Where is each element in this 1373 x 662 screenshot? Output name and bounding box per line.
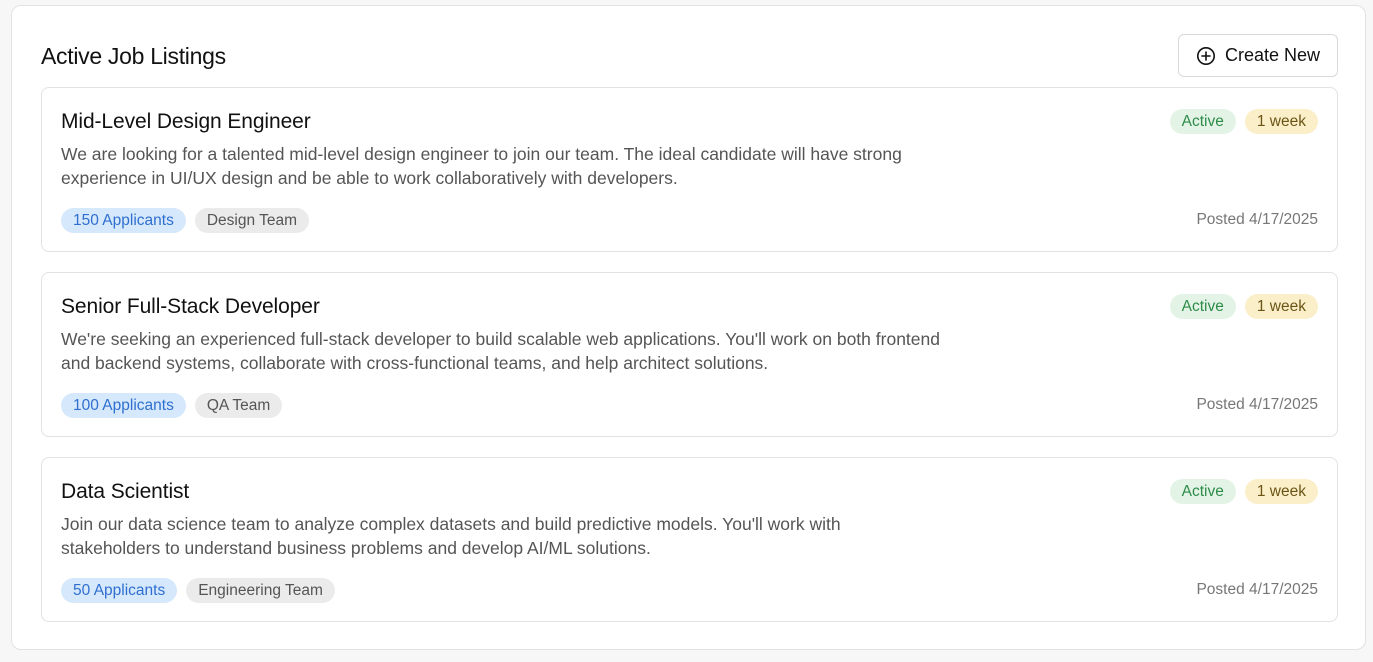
job-description: We're seeking an experienced full-stack … [61,329,940,373]
job-title[interactable]: Mid-Level Design Engineer [61,110,311,134]
status-badge: Active [1169,479,1236,504]
status-badge: Active [1169,294,1236,319]
create-new-button[interactable]: Create New [1178,34,1338,77]
plus-circle-icon [1196,46,1216,66]
posted-date: Posted 4/17/2025 [1196,211,1318,228]
team-badge: QA Team [194,393,283,418]
job-description: Join our data science team to analyze co… [61,514,841,558]
team-badge: Design Team [194,208,310,233]
job-description: We are looking for a talented mid-level … [61,144,902,188]
create-new-label: Create New [1224,45,1321,65]
job-card[interactable]: Senior Full-Stack Developer We're seekin… [41,272,1338,437]
page-title: Active Job Listings [41,43,226,69]
posted-date: Posted 4/17/2025 [1196,581,1318,598]
duration-badge: 1 week [1244,109,1318,134]
posted-date: Posted 4/17/2025 [1196,396,1318,413]
job-listings-panel: Active Job Listings Create New Mid-Level… [11,5,1366,650]
status-badge: Active [1169,109,1236,134]
applicants-badge[interactable]: 150 Applicants [61,208,186,233]
job-title[interactable]: Senior Full-Stack Developer [61,295,320,319]
team-badge: Engineering Team [186,578,335,603]
duration-badge: 1 week [1244,294,1318,319]
duration-badge: 1 week [1244,479,1318,504]
applicants-badge[interactable]: 100 Applicants [61,393,186,418]
job-card[interactable]: Data Scientist Join our data science tea… [41,457,1338,622]
job-title[interactable]: Data Scientist [61,480,189,504]
job-card[interactable]: Mid-Level Design Engineer We are looking… [41,87,1338,252]
applicants-badge[interactable]: 50 Applicants [61,578,178,603]
